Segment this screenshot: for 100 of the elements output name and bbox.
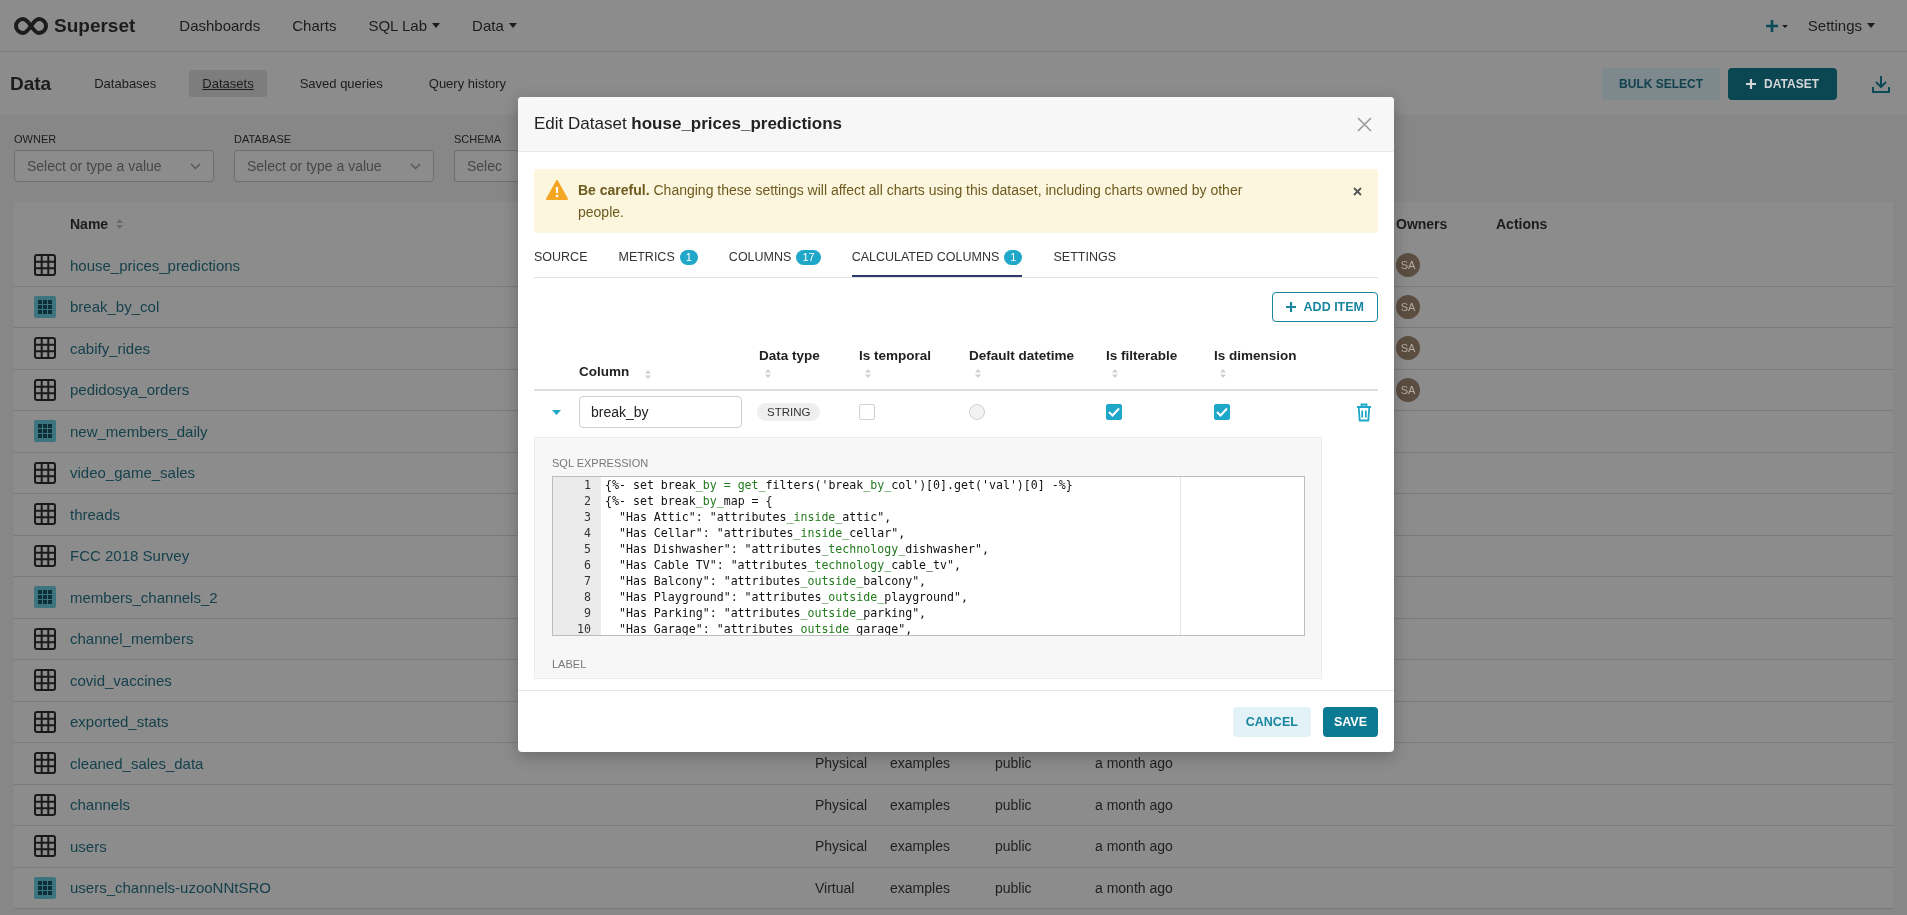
column-header: Actions <box>1496 215 1548 232</box>
column-header[interactable]: Owners <box>1396 215 1448 232</box>
filter-label: OWNER <box>14 133 58 145</box>
download-icon[interactable] <box>1871 73 1891 94</box>
add-dataset-button[interactable]: DATASET <box>1728 67 1837 100</box>
dataset-link[interactable]: users <box>70 837 107 855</box>
logo-icon[interactable] <box>14 16 48 35</box>
menu-item[interactable]: Dashboards <box>163 17 277 34</box>
code-line: "Has Cellar": "attributes_inside_cellar", <box>617 525 906 541</box>
table-cell: examples <box>890 879 950 896</box>
line-number: 5 <box>583 541 591 557</box>
caret-icon[interactable] <box>508 23 517 28</box>
code-line: {%- set break_by_map = { <box>605 493 773 509</box>
dataset-link[interactable]: users_channels-uzooNNtSRO <box>70 879 271 897</box>
sort-icon[interactable] <box>116 218 124 229</box>
column-header[interactable]: Data type <box>759 347 857 363</box>
sort-icon[interactable] <box>1112 368 1118 378</box>
add-item-button[interactable]: ADD ITEM <box>1271 292 1378 322</box>
dataset-link[interactable]: house_prices_predictions <box>70 256 241 274</box>
menu-item[interactable]: SQL Lab <box>352 17 457 34</box>
table-cell: Physical <box>815 796 868 813</box>
dataset-link[interactable]: cleaned_sales_data <box>70 754 204 772</box>
modal-tab[interactable]: SOURCE <box>534 239 588 277</box>
filter-select[interactable]: Select or type a value <box>14 150 214 182</box>
column-header[interactable]: Is dimension <box>1214 347 1322 363</box>
dataset-link[interactable]: video_game_sales <box>70 464 196 482</box>
owner-avatar: SA <box>1396 336 1420 361</box>
modal-tab[interactable]: CALCULATED COLUMNS 1 <box>851 239 1023 277</box>
dataset-link[interactable]: channels <box>70 796 131 814</box>
table-icon <box>34 752 56 775</box>
bulk-select-button[interactable]: BULK SELECT <box>1602 67 1721 100</box>
cancel-button[interactable]: CANCEL <box>1232 706 1311 737</box>
plus-icon[interactable] <box>1765 19 1788 32</box>
modal-tab[interactable]: METRICS 1 <box>618 239 698 277</box>
expand-caret-icon[interactable] <box>552 407 561 417</box>
sort-icon[interactable] <box>1220 368 1226 378</box>
code-editor[interactable] <box>552 476 1305 636</box>
dataset-link[interactable]: new_members_daily <box>70 422 208 440</box>
code-line: "Has Playground": "attributes_outside_playground", <box>617 589 968 605</box>
dataset-link[interactable]: cabify_rides <box>70 339 151 357</box>
modal-tab[interactable]: SETTINGS <box>1053 239 1116 277</box>
radio-button[interactable] <box>969 404 985 420</box>
caret-icon[interactable] <box>432 23 441 28</box>
column-name-field[interactable]: break_by <box>579 396 742 428</box>
dataset-link[interactable]: FCC 2018 Survey <box>70 547 190 565</box>
code-line: "Has Parking": "attributes_outside_parking", <box>617 605 927 621</box>
table-cell: public <box>995 755 1032 772</box>
table-cell: examples <box>890 796 950 813</box>
filter-select[interactable]: Selec <box>454 150 518 182</box>
field-label: SQL EXPRESSION <box>552 457 649 469</box>
dataset-link[interactable]: threads <box>70 505 121 523</box>
sort-icon[interactable] <box>765 368 771 378</box>
filter-select[interactable]: Select or type a value <box>234 150 434 182</box>
page-title: Data <box>10 72 52 95</box>
table-icon <box>34 461 56 484</box>
line-number: 1 <box>583 477 591 493</box>
table-cell: a month ago <box>1095 879 1173 896</box>
checkbox[interactable] <box>1106 404 1122 420</box>
menu-item[interactable]: Charts <box>276 17 353 34</box>
table-cell: public <box>995 796 1032 813</box>
nav-tab[interactable]: Query history <box>415 70 520 97</box>
caret-icon[interactable] <box>1867 23 1875 28</box>
sort-icon[interactable] <box>975 368 981 378</box>
table-cell: examples <box>890 838 950 855</box>
filter-label: SCHEMA <box>454 133 503 145</box>
column-header[interactable]: Is filterable <box>1106 347 1212 363</box>
table-icon <box>34 503 56 526</box>
dataset-link[interactable]: covid_vaccines <box>70 671 172 689</box>
dataset-link[interactable]: channel_members <box>70 630 194 648</box>
nav-tab[interactable]: Databases <box>81 70 170 97</box>
checkbox[interactable] <box>859 404 875 420</box>
dataset-link[interactable]: members_channels_2 <box>70 588 218 606</box>
menu-item[interactable]: Data <box>456 17 533 34</box>
column-header[interactable]: Column <box>579 364 630 379</box>
table-icon <box>34 254 56 277</box>
nav-tab[interactable]: Saved queries <box>286 70 396 97</box>
close-icon[interactable] <box>1353 187 1362 196</box>
column-header[interactable]: Is temporal <box>859 347 967 363</box>
sort-icon[interactable] <box>865 368 871 378</box>
nav-tab[interactable]: Datasets <box>189 70 267 97</box>
virtual-table-icon <box>34 586 56 609</box>
chevron-down-icon <box>190 162 201 170</box>
modal-tab[interactable]: COLUMNS 17 <box>728 239 821 277</box>
save-button[interactable]: SAVE <box>1322 706 1378 737</box>
filter-label: DATABASE <box>234 133 293 145</box>
dataset-link[interactable]: exported_stats <box>70 713 169 731</box>
column-header[interactable]: Default datetime <box>969 347 1104 363</box>
settings-menu[interactable]: Settings <box>1791 17 1891 34</box>
dataset-link[interactable]: break_by_col <box>70 298 160 316</box>
virtual-table-icon <box>34 876 56 899</box>
table-cell: examples <box>890 755 950 772</box>
checkbox[interactable] <box>1214 404 1230 420</box>
sort-icon[interactable] <box>645 370 652 379</box>
table-icon <box>34 710 56 733</box>
owner-avatar: SA <box>1396 294 1420 319</box>
dataset-link[interactable]: pedidosya_orders <box>70 381 190 399</box>
brand-name[interactable]: Superset <box>54 14 136 37</box>
trash-icon[interactable] <box>1356 402 1372 422</box>
column-header[interactable]: Name <box>70 215 124 232</box>
line-number: 8 <box>583 589 591 605</box>
